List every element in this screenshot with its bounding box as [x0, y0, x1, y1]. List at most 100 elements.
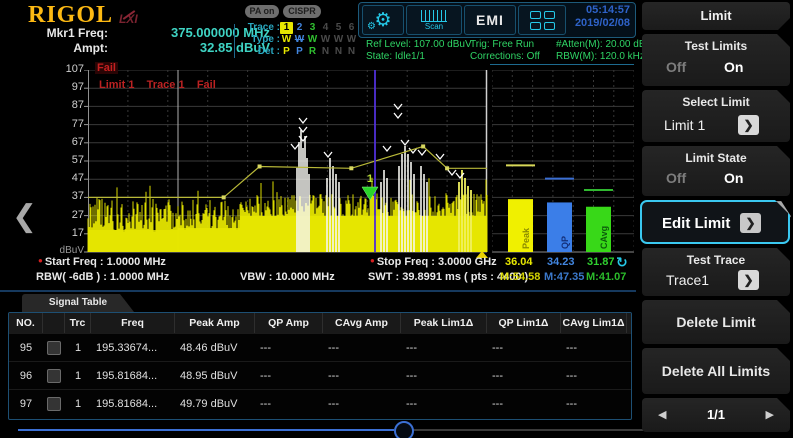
- window-grid-icon: [530, 11, 555, 30]
- table-column-header: Freq: [91, 313, 175, 333]
- clock: 05:14:57 2019/02/08: [564, 4, 630, 30]
- y-axis-tick: 87: [56, 100, 84, 111]
- trace-info-block: Trace :123456Type :WWWWWWDet :PPRNNN: [240, 22, 360, 58]
- row-checkbox-cell: [43, 341, 65, 355]
- table-column-header: QP Lim1Δ: [487, 313, 561, 333]
- pager-prev-icon[interactable]: ◀: [658, 398, 666, 432]
- trace-indicator[interactable]: W: [332, 34, 345, 46]
- meter-refresh-icon[interactable]: ↻: [616, 255, 628, 271]
- trace-indicator[interactable]: P: [280, 46, 293, 58]
- y-axis-tick: 107: [56, 64, 84, 75]
- table-column-header: QP Amp: [255, 313, 323, 333]
- scan-button[interactable]: Scan: [406, 5, 462, 35]
- limit-state-on[interactable]: On: [724, 170, 743, 186]
- select-limit-value: Limit 1: [664, 117, 705, 133]
- trace-indicator[interactable]: 5: [332, 22, 345, 34]
- table-cell: 195.81684...: [91, 398, 175, 410]
- trace-indicator[interactable]: P: [293, 46, 306, 58]
- status-rbw: RBW(M): 120.0 kHz: [556, 51, 645, 63]
- limit-state-label: Limit State: [642, 146, 790, 165]
- trace-indicator[interactable]: N: [319, 46, 332, 58]
- trace-indicator[interactable]: W: [319, 34, 332, 46]
- test-trace-submenu-chevron[interactable]: ❯: [738, 270, 759, 290]
- test-trace-label: Test Trace: [642, 248, 790, 267]
- window-layout-button[interactable]: [518, 5, 566, 35]
- row-checkbox[interactable]: [47, 341, 61, 355]
- table-column-header: CAvg Lim1Δ: [561, 313, 627, 333]
- red-dot-icon: ●: [370, 256, 375, 265]
- y-axis-tick: 37: [56, 191, 84, 202]
- table-cell: ---: [561, 370, 627, 382]
- section-separator: [0, 290, 636, 292]
- table-column-header: [43, 313, 65, 333]
- select-limit-submenu-chevron[interactable]: ❯: [738, 115, 759, 135]
- trace-indicator[interactable]: 2: [293, 22, 306, 34]
- table-cell: ---: [401, 370, 487, 382]
- table-row[interactable]: 971195.81684...49.79 dBuV---------------: [9, 389, 631, 417]
- row-checkbox[interactable]: [47, 369, 61, 383]
- trace-indicator[interactable]: N: [345, 46, 358, 58]
- trace-indicator[interactable]: W: [345, 34, 358, 46]
- test-trace-button[interactable]: Test Trace Trace1 ❯: [642, 248, 790, 296]
- trace-indicator[interactable]: 4: [319, 22, 332, 34]
- limit-state-off[interactable]: Off: [666, 170, 686, 186]
- table-cell: 95: [9, 342, 43, 354]
- test-trace-value: Trace1: [666, 272, 709, 288]
- scrollbar-track-filled[interactable]: [18, 429, 394, 431]
- status-ref-level: Ref Level: 107.00 dBuV: [366, 39, 472, 51]
- edit-limit-submenu-chevron[interactable]: ❯: [740, 213, 761, 233]
- qp-meter-value: 34.23: [547, 256, 575, 268]
- test-limits-label: Test Limits: [642, 34, 790, 53]
- test-limits-button[interactable]: Test Limits Off On: [642, 34, 790, 86]
- trace-indicator[interactable]: W: [293, 34, 306, 46]
- status-atten: #Atten(M): 20.00 dB: [556, 39, 646, 51]
- row-checkbox[interactable]: [47, 397, 61, 411]
- status-state: State: Idle1/1: [366, 51, 425, 63]
- marker-freq-label: Mkr1 Freq:: [30, 26, 108, 40]
- rigol-logo: RIGOL: [28, 2, 113, 29]
- table-cell: 1: [65, 342, 91, 354]
- left-page-chevron[interactable]: ❮: [12, 202, 37, 232]
- limit-state-button[interactable]: Limit State Off On: [642, 146, 790, 196]
- qp-meter-max: M:47.35: [544, 271, 584, 283]
- table-cell: ---: [561, 398, 627, 410]
- system-settings-button[interactable]: ⚙ ⚙: [362, 5, 404, 35]
- svg-text:QP: QP: [560, 236, 570, 249]
- table-cell: 195.33674...: [91, 342, 175, 354]
- trace-indicator[interactable]: R: [306, 46, 319, 58]
- signal-table-tab[interactable]: Signal Table: [22, 294, 134, 312]
- pager-next-icon[interactable]: ▶: [766, 398, 774, 432]
- trace-indicator[interactable]: W: [280, 34, 293, 46]
- table-cell: ---: [401, 342, 487, 354]
- cavg-meter-max: M:41.07: [586, 271, 626, 283]
- edit-limit-button[interactable]: Edit Limit ❯: [640, 200, 790, 244]
- cispr-chip[interactable]: CISPR: [283, 5, 321, 18]
- scan-button-label: Scan: [425, 22, 443, 31]
- delete-all-limits-button[interactable]: Delete All Limits: [642, 348, 790, 394]
- y-axis-tick: 57: [56, 155, 84, 166]
- trace-indicator[interactable]: 3: [306, 22, 319, 34]
- clock-time: 05:14:57: [564, 4, 630, 17]
- test-limits-on[interactable]: On: [724, 59, 743, 75]
- table-cell: ---: [323, 342, 401, 354]
- table-column-header: Peak Lim1Δ: [401, 313, 487, 333]
- trace-indicator[interactable]: 1: [280, 22, 293, 34]
- table-cell: ---: [561, 342, 627, 354]
- scrollbar-handle[interactable]: [394, 421, 414, 438]
- y-axis-tick: 47: [56, 173, 84, 184]
- table-row[interactable]: 961195.81684...48.95 dBuV---------------: [9, 361, 631, 389]
- trace-indicator[interactable]: N: [332, 46, 345, 58]
- trace-indicator[interactable]: 6: [345, 22, 358, 34]
- table-row[interactable]: 951195.33674...48.46 dBuV---------------: [9, 333, 631, 361]
- marker-ampt-label: Ampt:: [30, 41, 108, 55]
- row-checkbox-cell: [43, 397, 65, 411]
- gear-icon: ⚙: [374, 11, 391, 30]
- delete-limit-button[interactable]: Delete Limit: [642, 300, 790, 344]
- table-cell: ---: [255, 398, 323, 410]
- test-limits-off[interactable]: Off: [666, 59, 686, 75]
- pa-on-chip[interactable]: PA on: [245, 5, 279, 18]
- trace-indicator[interactable]: W: [306, 34, 319, 46]
- edit-limit-label: Edit Limit: [662, 215, 730, 232]
- select-limit-button[interactable]: Select Limit Limit 1 ❯: [642, 90, 790, 142]
- emi-mode-button[interactable]: EMI: [464, 5, 516, 35]
